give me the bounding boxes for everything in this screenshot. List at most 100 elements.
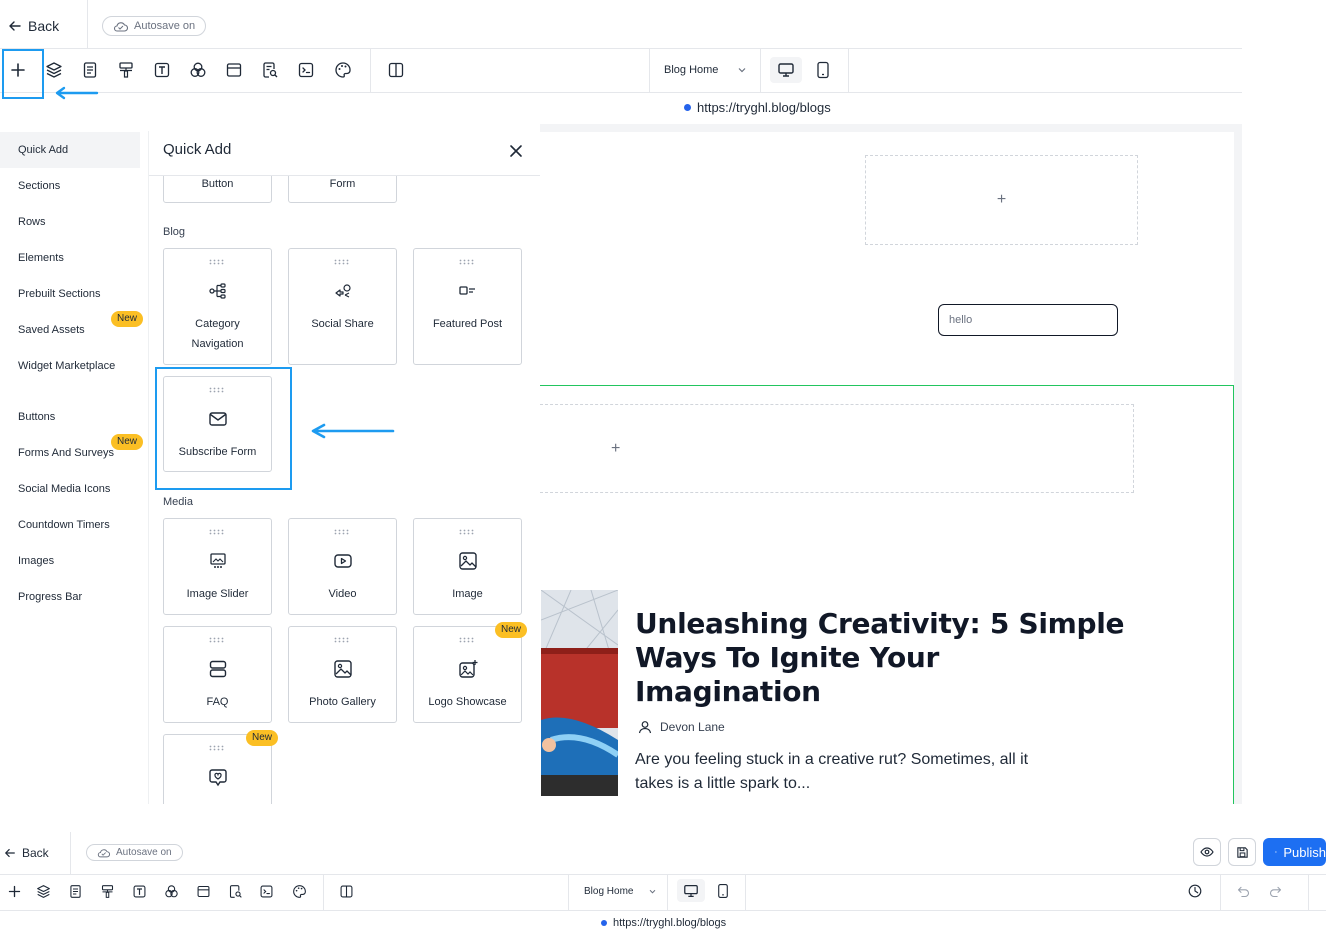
image-card[interactable]: Image <box>413 518 522 615</box>
url-text: https://tryghl.blog/blogs <box>697 99 831 115</box>
custom-code-button[interactable] <box>252 877 280 905</box>
social-share-card[interactable]: Social Share <box>288 248 397 365</box>
empty-column-drop-zone[interactable]: + <box>865 155 1138 245</box>
add-element-plus-icon[interactable]: + <box>611 440 620 458</box>
mobile-view-button[interactable] <box>810 57 836 83</box>
save-button[interactable] <box>1228 838 1256 866</box>
layers-button[interactable] <box>40 56 68 84</box>
nav-social-media-icons[interactable]: Social Media Icons <box>0 471 140 507</box>
typography-button[interactable] <box>125 877 153 905</box>
nav-rows[interactable]: Rows <box>0 204 140 240</box>
header-divider <box>87 0 88 48</box>
page-select[interactable]: Blog Home <box>664 62 746 78</box>
preview-button[interactable] <box>1193 838 1221 866</box>
author-name: Devon Lane <box>660 720 725 734</box>
split-view-button[interactable] <box>382 56 410 84</box>
card-label: Button <box>201 178 234 190</box>
nav-countdown-timers[interactable]: Countdown Timers <box>0 507 140 543</box>
autosave-label: Autosave on <box>134 20 196 32</box>
drag-handle-icon[interactable] <box>209 529 227 535</box>
excerpt-line: takes is a little spark to... <box>635 775 811 792</box>
add-button-highlight <box>2 49 44 99</box>
nav-sections[interactable]: Sections <box>0 168 140 204</box>
drag-handle-icon[interactable] <box>459 259 477 265</box>
desktop-view-button[interactable] <box>677 879 705 902</box>
nav-label: Rows <box>18 216 46 228</box>
new-badge: New <box>246 730 279 746</box>
back-button[interactable]: Back <box>8 17 59 35</box>
back-button[interactable]: Back <box>4 845 49 861</box>
custom-code-button[interactable] <box>292 56 320 84</box>
text-icon <box>133 885 145 897</box>
nav-images[interactable]: Images <box>0 543 140 579</box>
logo-showcase-icon <box>459 660 478 678</box>
layout-button[interactable] <box>189 877 217 905</box>
blog-post-title[interactable]: Unleashing Creativity: 5 Simple Ways To … <box>635 607 1135 709</box>
theme-button[interactable] <box>285 877 313 905</box>
image-slider-card[interactable]: Image Slider <box>163 518 272 615</box>
split-view-button[interactable] <box>332 877 360 905</box>
theme-button[interactable] <box>329 56 357 84</box>
page-select[interactable]: Blog Home <box>584 884 656 898</box>
empty-row-drop-zone[interactable]: + <box>540 404 1134 493</box>
drag-handle-icon[interactable] <box>334 529 352 535</box>
palette-icon <box>335 62 351 78</box>
drag-handle-icon[interactable] <box>209 259 227 265</box>
hello-input[interactable]: hello <box>938 304 1118 336</box>
nav-label: Countdown Timers <box>18 519 110 531</box>
paint-roller-icon <box>119 62 133 78</box>
drag-handle-icon[interactable] <box>334 259 352 265</box>
drag-handle-icon[interactable] <box>209 745 227 751</box>
nav-label: Widget Marketplace <box>18 360 116 372</box>
pages-button[interactable] <box>61 877 89 905</box>
seo-button[interactable] <box>221 877 249 905</box>
add-element-plus-icon[interactable]: + <box>997 191 1006 209</box>
code-icon <box>260 885 272 897</box>
pages-button[interactable] <box>76 56 104 84</box>
nav-buttons[interactable]: Buttons <box>0 399 140 435</box>
toolbar-divider <box>1308 874 1309 910</box>
featured-post-card[interactable]: Featured Post <box>413 248 522 365</box>
drag-handle-icon[interactable] <box>334 637 352 643</box>
publish-label: Publish <box>1283 844 1326 860</box>
nav-quick-add[interactable]: Quick Add <box>0 132 140 168</box>
drag-handle-icon[interactable] <box>459 529 477 535</box>
styles-button[interactable] <box>93 877 121 905</box>
drag-handle-icon[interactable] <box>209 637 227 643</box>
mobile-view-button[interactable] <box>712 879 734 902</box>
colors-button[interactable] <box>184 56 212 84</box>
add-element-button[interactable] <box>0 877 28 905</box>
header-bottom-line <box>0 48 1242 49</box>
desktop-icon <box>684 884 698 897</box>
redo-button[interactable] <box>1261 877 1289 905</box>
logo-showcase-card[interactable]: Logo Showcase <box>413 626 522 723</box>
mobile-icon <box>817 61 829 79</box>
colors-button[interactable] <box>157 877 185 905</box>
nav-widget-marketplace[interactable]: Widget Marketplace <box>0 348 140 384</box>
category-navigation-card[interactable]: Category Navigation <box>163 248 272 365</box>
publish-button[interactable]: Publish <box>1263 838 1326 866</box>
seo-button[interactable] <box>256 56 284 84</box>
toolbar-divider <box>1220 874 1221 910</box>
close-icon[interactable] <box>506 141 526 161</box>
history-icon <box>1188 884 1202 898</box>
faq-card[interactable]: FAQ <box>163 626 272 723</box>
undo-button[interactable] <box>1229 877 1257 905</box>
nav-prebuilt-sections[interactable]: Prebuilt Sections <box>0 276 140 312</box>
styles-button[interactable] <box>112 56 140 84</box>
page-icon <box>69 884 81 898</box>
nav-elements[interactable]: Elements <box>0 240 140 276</box>
layout-button[interactable] <box>220 56 248 84</box>
drag-handle-icon[interactable] <box>459 637 477 643</box>
testimonial-icon <box>209 769 227 787</box>
desktop-view-button[interactable] <box>770 57 802 83</box>
layers-button[interactable] <box>29 877 57 905</box>
photo-gallery-card[interactable]: Photo Gallery <box>288 626 397 723</box>
history-button[interactable] <box>1181 877 1209 905</box>
panel-header-divider <box>149 175 540 176</box>
typography-button[interactable] <box>148 56 176 84</box>
arrow-left-icon <box>9 21 21 31</box>
autosave-label: Autosave on <box>116 847 172 858</box>
video-card[interactable]: Video <box>288 518 397 615</box>
nav-progress-bar[interactable]: Progress Bar <box>0 579 140 615</box>
